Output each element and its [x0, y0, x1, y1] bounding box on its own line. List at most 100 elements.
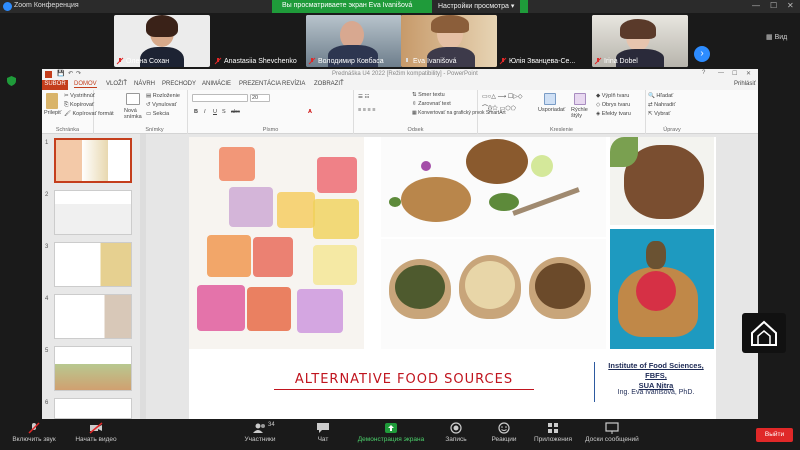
- shadow-button[interactable]: S: [222, 109, 226, 115]
- font-family-select[interactable]: [192, 94, 248, 102]
- chat-label: Чат: [317, 436, 329, 443]
- unmute-button[interactable]: Включить звук: [4, 422, 64, 443]
- unmute-label: Включить звук: [12, 436, 56, 443]
- copy-button[interactable]: ⎘ Kopírovať: [64, 102, 94, 109]
- participant-name: Олена Сохан: [126, 58, 170, 65]
- paste-button[interactable]: Prilepiť: [44, 110, 61, 116]
- shield-icon[interactable]: [7, 76, 16, 86]
- whiteboard-button[interactable]: Доски сообщений: [582, 422, 642, 443]
- participant-tile[interactable]: Юлія Званцева-Се...: [497, 15, 593, 67]
- align-buttons[interactable]: ≡ ≡ ≡ ≡: [358, 107, 375, 113]
- slide-thumbnail[interactable]: [54, 138, 132, 183]
- tab-view[interactable]: ZOBRAZIŤ: [314, 81, 344, 87]
- shape-effects-button[interactable]: ◈ Efekty tvaru: [596, 111, 631, 117]
- participants-count: 34: [268, 422, 275, 428]
- group-label: Písmo: [262, 127, 279, 133]
- text-direction-button[interactable]: ⇅ Smer textu: [412, 92, 445, 98]
- new-slide-button[interactable]: Nová snímka: [124, 108, 146, 120]
- redo-icon[interactable]: ↷: [76, 70, 81, 77]
- tab-slideshow[interactable]: PREZENTÁCIA: [239, 81, 281, 87]
- insect-bowls-image: [381, 239, 606, 349]
- tab-file[interactable]: SÚBOR: [42, 80, 68, 90]
- slide-number: 6: [45, 400, 49, 406]
- tab-animations[interactable]: ANIMÁCIE: [202, 81, 231, 87]
- start-video-button[interactable]: Начать видео: [66, 422, 126, 443]
- ppt-close-icon[interactable]: ✕: [746, 70, 751, 77]
- home-button[interactable]: [742, 313, 786, 353]
- tab-insert[interactable]: VLOŽIŤ: [106, 81, 127, 87]
- group-label: Kreslenie: [550, 127, 573, 133]
- apps-icon: [548, 423, 558, 433]
- undo-icon[interactable]: ↶: [68, 70, 73, 77]
- tab-review[interactable]: REVÍZIA: [282, 81, 305, 87]
- shape-outline-button[interactable]: ◇ Obrys tvaru: [596, 102, 630, 108]
- close-icon[interactable]: ✕: [787, 1, 794, 10]
- tab-transitions[interactable]: PRECHODY: [162, 81, 196, 87]
- maximize-icon[interactable]: ☐: [770, 1, 777, 10]
- participant-tile[interactable]: Irina Dobel: [592, 15, 688, 67]
- participants-button[interactable]: 34 Участники: [236, 422, 284, 443]
- record-button[interactable]: Запись: [436, 422, 476, 443]
- slide-thumbnail[interactable]: [54, 242, 132, 287]
- quick-styles-icon[interactable]: [574, 93, 586, 105]
- section-button[interactable]: ▭ Sekcia: [146, 111, 169, 117]
- participant-tile[interactable]: Eva Ivanišová: [401, 15, 497, 67]
- ppt-titlebar: 💾 ↶ ↷ Prednáška U4 2022 [Režim kompatibi…: [42, 69, 758, 80]
- chat-button[interactable]: Чат: [306, 422, 340, 443]
- cut-button[interactable]: ✂ Vystrihnúť: [64, 93, 95, 99]
- slide-thumbnail[interactable]: [54, 398, 132, 419]
- reactions-button[interactable]: Реакции: [484, 422, 524, 443]
- select-button[interactable]: ⇱ Vybrať: [648, 111, 670, 117]
- slide-thumbnail[interactable]: [54, 346, 132, 391]
- quick-styles-button[interactable]: Rýchle štýly: [571, 107, 593, 119]
- ribbon: Prilepiť ✂ Vystrihnúť ⎘ Kopírovať 🖌 Kopí…: [42, 90, 758, 134]
- shapes-gallery[interactable]: ▭○△ ⟶ ☐▷◇: [482, 93, 522, 100]
- chat-icon: [317, 423, 329, 433]
- font-color-button[interactable]: A: [308, 109, 312, 115]
- format-painter-button[interactable]: 🖌 Kopírovať formát: [64, 111, 114, 117]
- current-slide[interactable]: ALTERNATIVE FOOD SOURCES Institute of Fo…: [189, 137, 716, 419]
- reset-button[interactable]: ↺ Vynulovať: [146, 102, 177, 108]
- bullets-button[interactable]: ☰ ☷: [358, 94, 369, 100]
- new-slide-icon[interactable]: [126, 93, 140, 105]
- participant-tile[interactable]: Володимир Ковбаса: [306, 15, 402, 67]
- strikethrough-button[interactable]: abc: [231, 109, 240, 115]
- ppt-maximize-icon[interactable]: ☐: [732, 70, 737, 77]
- shapes-gallery-row2[interactable]: ⌒{}☆ ▭⬡⬠: [482, 103, 516, 112]
- slide-thumbnail[interactable]: [54, 294, 132, 339]
- group-label: Úpravy: [663, 127, 681, 133]
- tab-design[interactable]: NÁVRH: [134, 81, 155, 87]
- arrange-button[interactable]: Usporiadať: [538, 107, 565, 113]
- share-screen-button[interactable]: Демонстрация экрана: [350, 422, 432, 443]
- sign-in-link[interactable]: Prihlásiť: [734, 81, 756, 87]
- tab-home[interactable]: DOMOV: [74, 81, 97, 88]
- title-underline: [274, 389, 534, 390]
- italic-button[interactable]: I: [204, 109, 206, 115]
- replace-button[interactable]: ⇄ Nahradiť: [648, 102, 675, 108]
- ppt-help-icon[interactable]: ?: [702, 70, 705, 76]
- participant-tile[interactable]: Олена Сохан: [114, 15, 210, 67]
- participant-tile[interactable]: Anastasiia Shevchenko: [212, 15, 308, 67]
- view-options-button[interactable]: Настройки просмотра ▾: [432, 0, 521, 13]
- slide-thumbnail[interactable]: [54, 190, 132, 235]
- paste-icon[interactable]: [46, 93, 58, 109]
- arrange-icon[interactable]: [544, 93, 556, 105]
- bold-button[interactable]: B: [194, 109, 198, 115]
- apps-button[interactable]: Приложения: [528, 422, 578, 443]
- slide-thumbnails: 1 2 3 4 5 6: [42, 134, 146, 419]
- ppt-minimize-icon[interactable]: —: [718, 70, 724, 76]
- slide-divider: [594, 362, 595, 402]
- group-label: Snímky: [145, 127, 164, 133]
- view-button[interactable]: ▦ Вид: [766, 33, 787, 41]
- find-button[interactable]: 🔍 Hľadať: [648, 93, 673, 99]
- next-participants-button[interactable]: ›: [694, 46, 710, 62]
- ribbon-tabs: SÚBOR DOMOV VLOŽIŤ NÁVRH PRECHODY ANIMÁC…: [42, 80, 758, 90]
- shape-fill-button[interactable]: ◆ Výplň tvaru: [596, 93, 629, 99]
- minimize-icon[interactable]: —: [752, 1, 760, 10]
- leave-button[interactable]: Выйти: [756, 428, 793, 442]
- underline-button[interactable]: U: [213, 109, 217, 115]
- group-label: Schránka: [55, 127, 80, 133]
- save-icon[interactable]: 💾: [57, 70, 64, 77]
- align-text-button[interactable]: ⇳ Zarovnať text: [412, 101, 451, 107]
- layout-button[interactable]: ▤ Rozloženie: [146, 93, 180, 99]
